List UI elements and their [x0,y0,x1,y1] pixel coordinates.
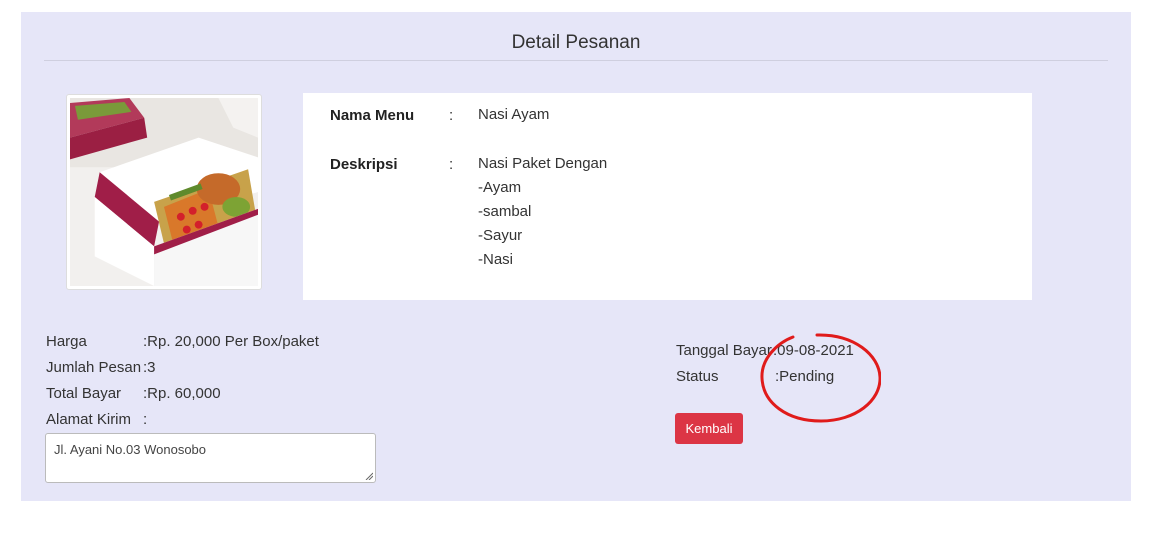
resize-grip-icon[interactable] [365,472,373,480]
harga-label: Harga [46,333,87,350]
alamat-kirim-label: Alamat Kirim [46,411,132,428]
total-bayar-value: :Rp. 60,000 [143,385,221,402]
status-value: :Pending [775,368,835,385]
title-divider [44,60,1108,61]
description-line: -sambal [478,203,532,220]
menu-name-separator: : [449,107,454,124]
tanggal-bayar-value: :09-08-2021 [773,342,854,359]
menu-name-value: Nasi Ayam [478,106,550,123]
product-image [66,94,262,290]
alamat-kirim-value: Jl. Ayani No.03 Wonosobo [54,442,207,457]
harga-value: :Rp. 20,000 Per Box/paket [143,333,319,350]
kembali-button[interactable]: Kembali [675,413,743,444]
menu-info-panel: Nama Menu : Nasi Ayam Deskripsi : Nasi P… [303,93,1032,300]
order-detail-card: Detail Pesanan Nama Menu: Nasi Ayam Des… [21,12,1131,501]
description-line: -Nasi [478,251,514,268]
jumlah-pesan-value: :3 [143,359,156,376]
menu-description-label: Deskripsi [330,156,398,173]
description-line: -Ayam [478,179,522,196]
description-line: -Sayur [478,227,523,244]
tanggal-bayar-label: Tanggal Bayar [676,342,772,359]
description-line: Nasi Paket Dengan [478,155,608,172]
alamat-kirim-field[interactable]: Jl. Ayani No.03 Wonosobo [45,433,376,483]
jumlah-pesan-label: Jumlah Pesan [46,359,142,376]
food-box-photo-icon [70,98,258,286]
status-label: Status [676,368,719,385]
alamat-kirim-separator: : [143,411,148,428]
page-title: Detail Pesanan [511,32,641,53]
menu-description-value: Nasi Paket Dengan -Ayam -sambal -Sayur -… [478,152,607,272]
total-bayar-label: Total Bayar [46,385,122,402]
menu-description-separator: : [449,156,454,173]
menu-name-label: Nama Menu [330,107,415,124]
